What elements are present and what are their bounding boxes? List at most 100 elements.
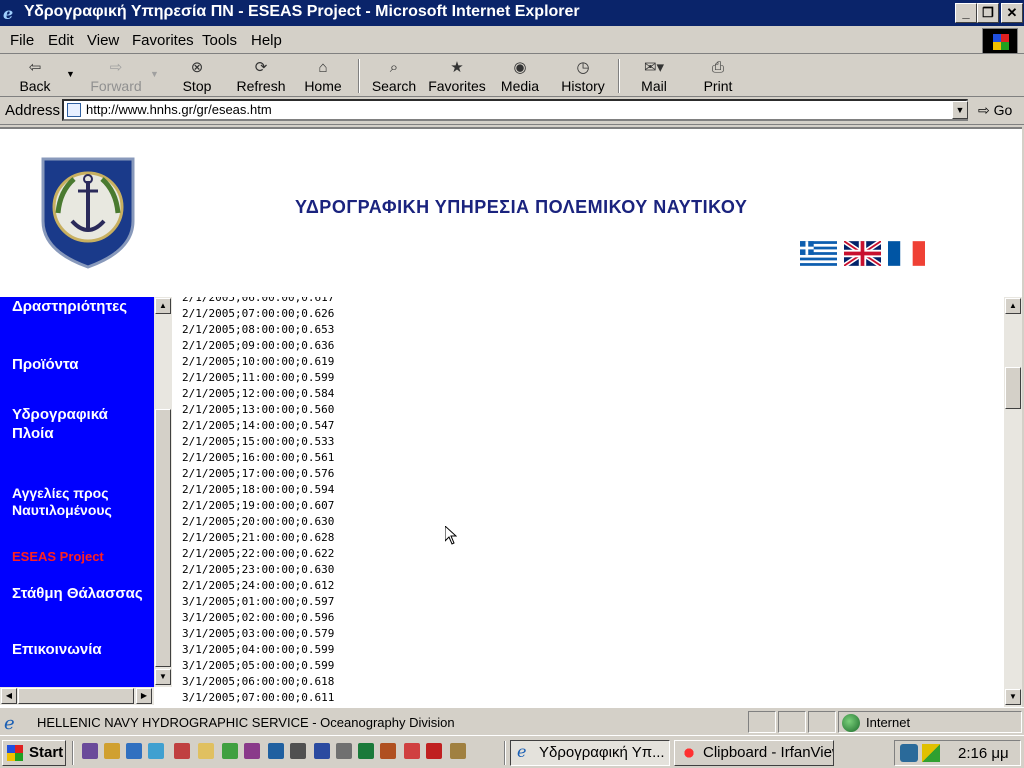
forward-button[interactable]: ⇨ Forward [86,58,146,96]
quicklaunch-app-icon[interactable] [426,743,442,759]
address-dropdown-button[interactable]: ▼ [952,101,968,119]
menu-favorites[interactable]: Favorites [132,32,194,49]
home-button[interactable]: ⌂ Home [300,58,346,96]
quicklaunch-app-icon[interactable] [222,743,238,759]
nav-item-hydrographic-ships[interactable]: Υδρογραφικά Πλοία [12,405,132,443]
quicklaunch-app-icon[interactable] [336,743,352,759]
scroll-down-button[interactable]: ▼ [1005,689,1021,705]
address-input[interactable]: http://www.hnhs.gr/gr/eseas.htm [62,99,968,121]
menu-tools[interactable]: Tools [202,32,237,49]
data-line: 2/1/2005;13:00:00;0.560 [182,403,335,416]
taskbar: Start e Υδρογραφική Υπ... Clipboard - Ir… [0,735,1024,768]
tray-app-icon[interactable] [922,744,940,762]
menu-bar: File Edit View Favorites Tools Help [0,27,1024,54]
scroll-thumb[interactable] [18,688,134,704]
refresh-icon: ⟳ [254,59,268,76]
media-button[interactable]: ◉ Media [496,58,544,96]
quicklaunch-app-icon[interactable] [174,743,190,759]
scroll-thumb[interactable] [155,409,171,667]
stop-button[interactable]: ⊗ Stop [176,58,218,96]
hydrographic-service-emblem [41,157,135,269]
maximize-button[interactable]: ❐ [977,3,999,23]
favorites-button[interactable]: ★ Favorites [426,58,488,96]
go-button[interactable]: ⇨ Go [978,102,1012,119]
data-line: 2/1/2005;08:00:00;0.653 [182,323,335,336]
refresh-button[interactable]: ⟳ Refresh [232,58,290,96]
system-clock[interactable]: 2:16 μμ [958,745,1009,762]
quicklaunch-app-icon[interactable] [450,743,466,759]
toolbar-separator [358,59,360,93]
data-line: 2/1/2005;14:00:00;0.547 [182,419,335,432]
task-internet-explorer[interactable]: e Υδρογραφική Υπ... [510,740,670,766]
scroll-up-button[interactable]: ▲ [155,298,171,314]
quicklaunch-app-icon[interactable] [268,743,284,759]
nav-item-eseas-project[interactable]: ESEAS Project [12,547,104,566]
nav-horizontal-scrollbar[interactable]: ◀ ▶ [0,687,154,705]
french-flag-icon[interactable] [888,241,925,266]
globe-icon [842,714,860,732]
data-line: 2/1/2005;07:00:00;0.626 [182,307,335,320]
mouse-cursor-icon [445,526,457,545]
back-arrow-icon: ⇦ [28,59,42,76]
quicklaunch-app-icon[interactable] [82,743,98,759]
minimize-button[interactable]: _ [955,3,977,23]
nav-item-notices-to-mariners[interactable]: Αγγελίες προς Ναυτιλομένους [12,485,142,519]
search-button[interactable]: ⌕ Search [368,58,420,96]
quicklaunch-app-icon[interactable] [126,743,142,759]
quicklaunch-app-icon[interactable] [404,743,420,759]
nav-vertical-scrollbar[interactable]: ▲ ▼ [154,297,172,687]
scroll-down-button[interactable]: ▼ [155,669,171,685]
menu-edit[interactable]: Edit [48,32,74,49]
data-line: 2/1/2005;22:00:00;0.622 [182,547,335,560]
window-title: Υδρογραφική Υπηρεσία ΠΝ - ESEAS Project … [24,3,580,20]
greek-flag-icon[interactable] [800,241,837,266]
back-button[interactable]: ⇦ Back [10,58,60,96]
quicklaunch-app-icon[interactable] [104,743,120,759]
close-button[interactable]: ✕ [1001,3,1023,23]
nav-item-sea-level[interactable]: Στάθμη Θάλασσας [12,584,143,603]
ie-task-icon: e [517,742,527,761]
nav-item-contact[interactable]: Επικοινωνία [12,640,102,659]
quicklaunch-app-icon[interactable] [290,743,306,759]
sea-level-data-list: 2/1/2005;06:00:00;0.617 2/1/2005;07:00:00… [182,297,334,706]
forward-dropdown-icon[interactable]: ▼ [150,69,159,79]
data-vertical-scrollbar[interactable]: ▲ ▼ [1004,297,1022,707]
menu-view[interactable]: View [87,32,119,49]
nav-item-activities[interactable]: Δραστηριότητες [12,297,127,316]
data-line: 2/1/2005;15:00:00;0.533 [182,435,335,448]
quicklaunch-app-icon[interactable] [148,743,164,759]
data-line: 2/1/2005;19:00:00;0.607 [182,499,335,512]
page-icon [67,103,81,117]
scroll-left-button[interactable]: ◀ [1,688,17,704]
tray-network-icon[interactable] [900,744,918,762]
scroll-right-button[interactable]: ▶ [136,688,152,704]
zone-text: Internet [866,715,911,730]
quicklaunch-app-icon[interactable] [380,743,396,759]
quicklaunch-app-icon[interactable] [244,743,260,759]
scroll-up-button[interactable]: ▲ [1005,298,1021,314]
windows-flag-icon [7,745,23,761]
task-irfanview[interactable]: Clipboard - IrfanView [674,740,834,766]
navigation-frame: Δραστηριότητες Προϊόντα Υδρογραφικά Πλοί… [0,297,172,705]
mail-button[interactable]: ✉▾ Mail [634,58,674,96]
ie-page-icon: e [4,713,15,734]
data-line: 2/1/2005;10:00:00;0.619 [182,355,335,368]
menu-file[interactable]: File [10,32,34,49]
status-pane [778,711,806,733]
menu-help[interactable]: Help [251,32,282,49]
start-button[interactable]: Start [2,740,66,766]
uk-flag-icon[interactable] [844,241,881,266]
back-dropdown-icon[interactable]: ▼ [66,69,75,79]
quicklaunch-app-icon[interactable] [358,743,374,759]
history-button[interactable]: ◷ History [558,58,608,96]
print-button[interactable]: ⎙ Print [698,58,738,96]
irfanview-task-icon [681,745,697,761]
scroll-thumb[interactable] [1005,367,1021,409]
data-line: 3/1/2005;07:00:00;0.611 [182,691,335,704]
nav-item-products[interactable]: Προϊόντα [12,355,78,374]
data-line: 3/1/2005;01:00:00;0.597 [182,595,335,608]
quicklaunch-app-icon[interactable] [198,743,214,759]
status-pane [808,711,836,733]
quicklaunch-app-icon[interactable] [314,743,330,759]
toolbar-separator [618,59,620,93]
